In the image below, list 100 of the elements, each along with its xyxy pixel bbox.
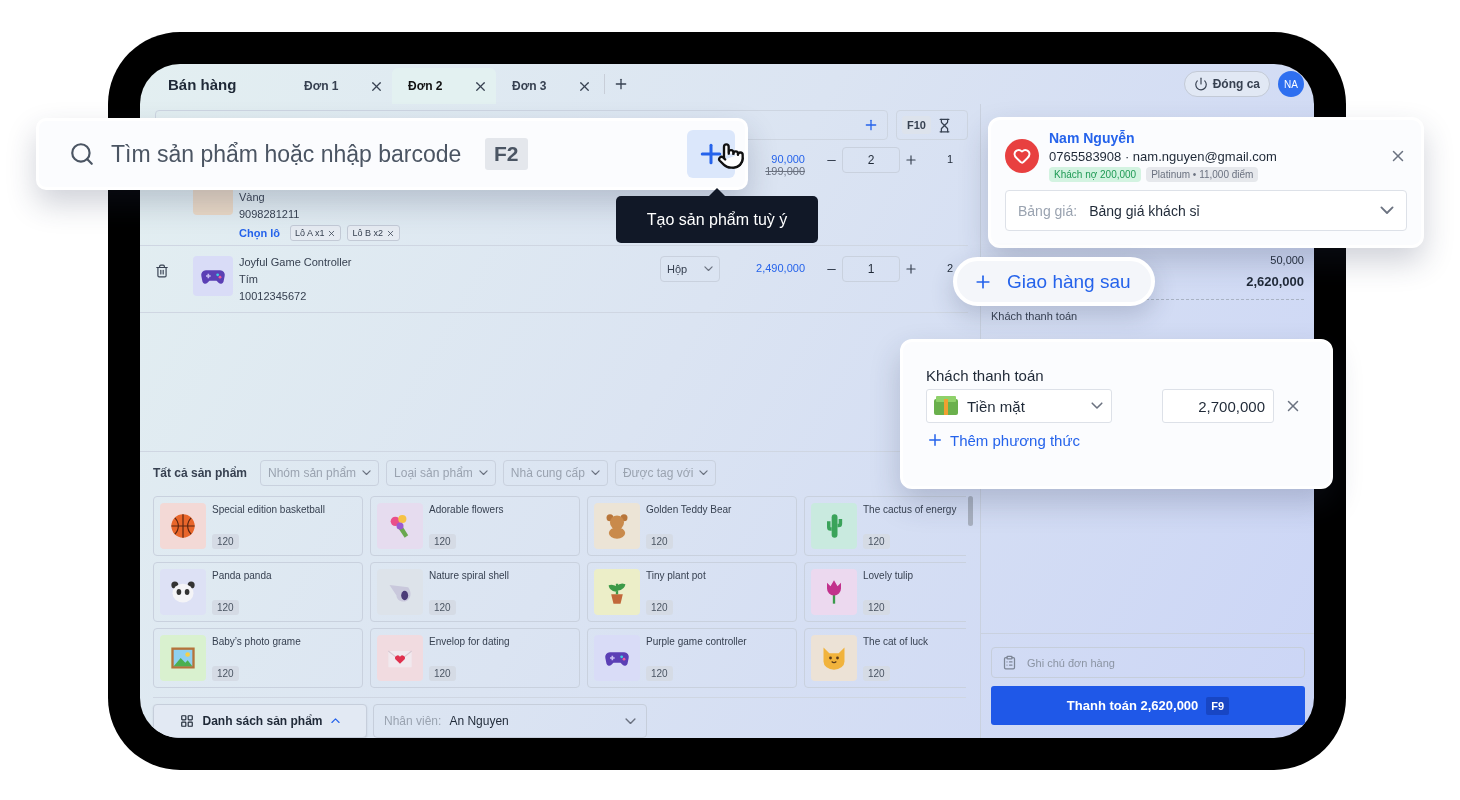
shortcut-key: F2 [485, 138, 528, 170]
product-name: Envelop for dating [429, 636, 510, 647]
product-card[interactable]: The cactus of energy 120 [804, 496, 966, 556]
product-name: Tiny plant pot [646, 570, 706, 581]
product-card[interactable]: Adorable flowers 120 [370, 496, 580, 556]
product-card[interactable]: Panda panda 120 [153, 562, 363, 622]
product-name: Nature spiral shell [429, 570, 510, 581]
app-title: Bán hàng [168, 75, 238, 93]
scrollbar [968, 496, 973, 526]
checkout-button[interactable]: Thanh toán 2,620,000 F9 [991, 686, 1305, 725]
product-card[interactable]: Golden Teddy Bear 120 [587, 496, 797, 556]
chevron-down-icon [699, 470, 709, 476]
summary-value: 50,000 [1270, 254, 1304, 266]
stock-count: 120 [212, 600, 239, 615]
stock-count: 120 [212, 534, 239, 549]
stock-count: 120 [212, 666, 239, 681]
order-tab[interactable]: Đơn 3 [496, 68, 600, 104]
price-list-select[interactable]: Bảng giá: Bảng giá khách sỉ [1005, 190, 1407, 231]
product-card[interactable]: Lovely tulip 120 [804, 562, 966, 622]
power-icon [1193, 77, 1208, 91]
product-card[interactable]: Purple game controller 120 [587, 628, 797, 688]
line-total: 1 [947, 153, 954, 165]
payment-label: Khách thanh toán [991, 310, 1079, 322]
total-amount: 2,620,000 [1246, 274, 1304, 289]
lot-chip[interactable]: Lô B x2 [347, 225, 400, 241]
search-icon [69, 141, 95, 167]
plus-icon[interactable] [904, 262, 918, 276]
user-avatar[interactable]: NA [1278, 71, 1304, 97]
choose-lot-link[interactable]: Chọn lô [239, 227, 280, 239]
unit-price: 90,000 [771, 153, 805, 165]
unit-select[interactable]: Hộp [660, 256, 720, 282]
remove-icon [386, 228, 395, 238]
product-card[interactable]: Baby’s photo grame 120 [153, 628, 363, 688]
chevron-down-icon [478, 470, 488, 476]
order-tab[interactable]: Đơn 2 [392, 68, 496, 104]
product-name: Golden Teddy Bear [646, 504, 732, 515]
search-field[interactable]: Tìm sản phẩm hoặc nhập barcode [109, 139, 471, 169]
delete-button[interactable] [155, 264, 169, 278]
chevron-down-icon [1380, 206, 1394, 215]
clipboard-icon [1002, 655, 1017, 670]
stock-count: 120 [646, 600, 673, 615]
chevron-down-icon [590, 470, 600, 476]
quantity-field[interactable]: 2 [842, 147, 900, 173]
chevron-down-icon [625, 717, 636, 725]
quantity-field[interactable]: 1 [842, 256, 900, 282]
product-variant: Tím [239, 273, 259, 285]
customer-contact: 0765583908 · nam.nguyen@gmail.com [1049, 149, 1277, 164]
product-card[interactable]: Tiny plant pot 120 [587, 562, 797, 622]
customer-badge: Khách nợ 200,000 [1049, 167, 1142, 182]
product-name: The cat of luck [863, 636, 929, 647]
product-name: Lovely tulip [863, 570, 914, 581]
stock-count: 120 [429, 534, 456, 549]
chevron-up-icon [330, 718, 340, 724]
product-card[interactable]: Envelop for dating 120 [370, 628, 580, 688]
add-tab-button[interactable] [613, 76, 629, 92]
lot-chip[interactable]: Lô A x1 [289, 225, 342, 241]
product-code: 10012345672 [239, 290, 308, 302]
product-card[interactable]: Special edition basketball 120 [153, 496, 363, 556]
original-price: 199,000 [765, 165, 805, 177]
plus-icon [926, 431, 944, 449]
product-name: Panda panda [212, 570, 272, 581]
product-list-button[interactable]: Danh sách sản phẩm [153, 704, 367, 738]
order-tab[interactable]: Đơn 1 [288, 68, 392, 104]
tooltip-arrow [709, 188, 725, 196]
staff-select[interactable]: Nhân viên: An Nguyen [373, 704, 647, 738]
order-note-input[interactable]: Ghi chú đơn hàng [1025, 655, 1294, 670]
stock-count: 120 [646, 666, 673, 681]
amount-field[interactable]: 2,700,000 [1162, 389, 1274, 423]
stock-count: 120 [429, 600, 456, 615]
chevron-down-icon [704, 266, 713, 272]
payment-method-select[interactable]: Tiền mặt [926, 389, 1112, 423]
deliver-later-button[interactable]: Giao hàng sau [953, 257, 1155, 306]
remove-icon [327, 228, 337, 238]
customer-name[interactable]: Nam Nguyễn [1049, 130, 1277, 146]
chevron-down-icon [1091, 402, 1103, 410]
stock-count: 120 [429, 666, 456, 681]
product-card[interactable]: Nature spiral shell 120 [370, 562, 580, 622]
stock-count: 120 [863, 534, 890, 549]
stock-count: 120 [646, 534, 673, 549]
product-name: Purple game controller [646, 636, 747, 647]
stock-count: 120 [863, 600, 890, 615]
line-total: 2 [947, 262, 954, 274]
close-shift-button[interactable]: Đóng ca [1183, 71, 1270, 97]
hand-cursor-icon [717, 142, 745, 170]
unit-price: 2,490,000 [756, 262, 805, 274]
scale-button[interactable]: F10 [896, 110, 968, 140]
grid-icon [180, 714, 195, 728]
product-card[interactable]: The cat of luck 120 [804, 628, 966, 688]
plus-icon[interactable] [904, 153, 918, 167]
add-method-link[interactable]: Thêm phương thức [926, 431, 1080, 449]
order-note-field[interactable]: Ghi chú đơn hàng [991, 647, 1305, 678]
basketball-icon [169, 512, 197, 540]
customer-badge: Platinum • 11,000 điểm [1146, 167, 1259, 182]
cash-icon [933, 394, 959, 418]
product-name: Adorable flowers [429, 504, 504, 515]
product-name: Special edition basketball [212, 504, 325, 515]
plus-icon [863, 117, 879, 133]
product-name: The cactus of energy [863, 504, 957, 515]
section-title: Tất cả sản phẩm [153, 466, 248, 480]
payment-label: Khách thanh toán [926, 367, 1045, 384]
